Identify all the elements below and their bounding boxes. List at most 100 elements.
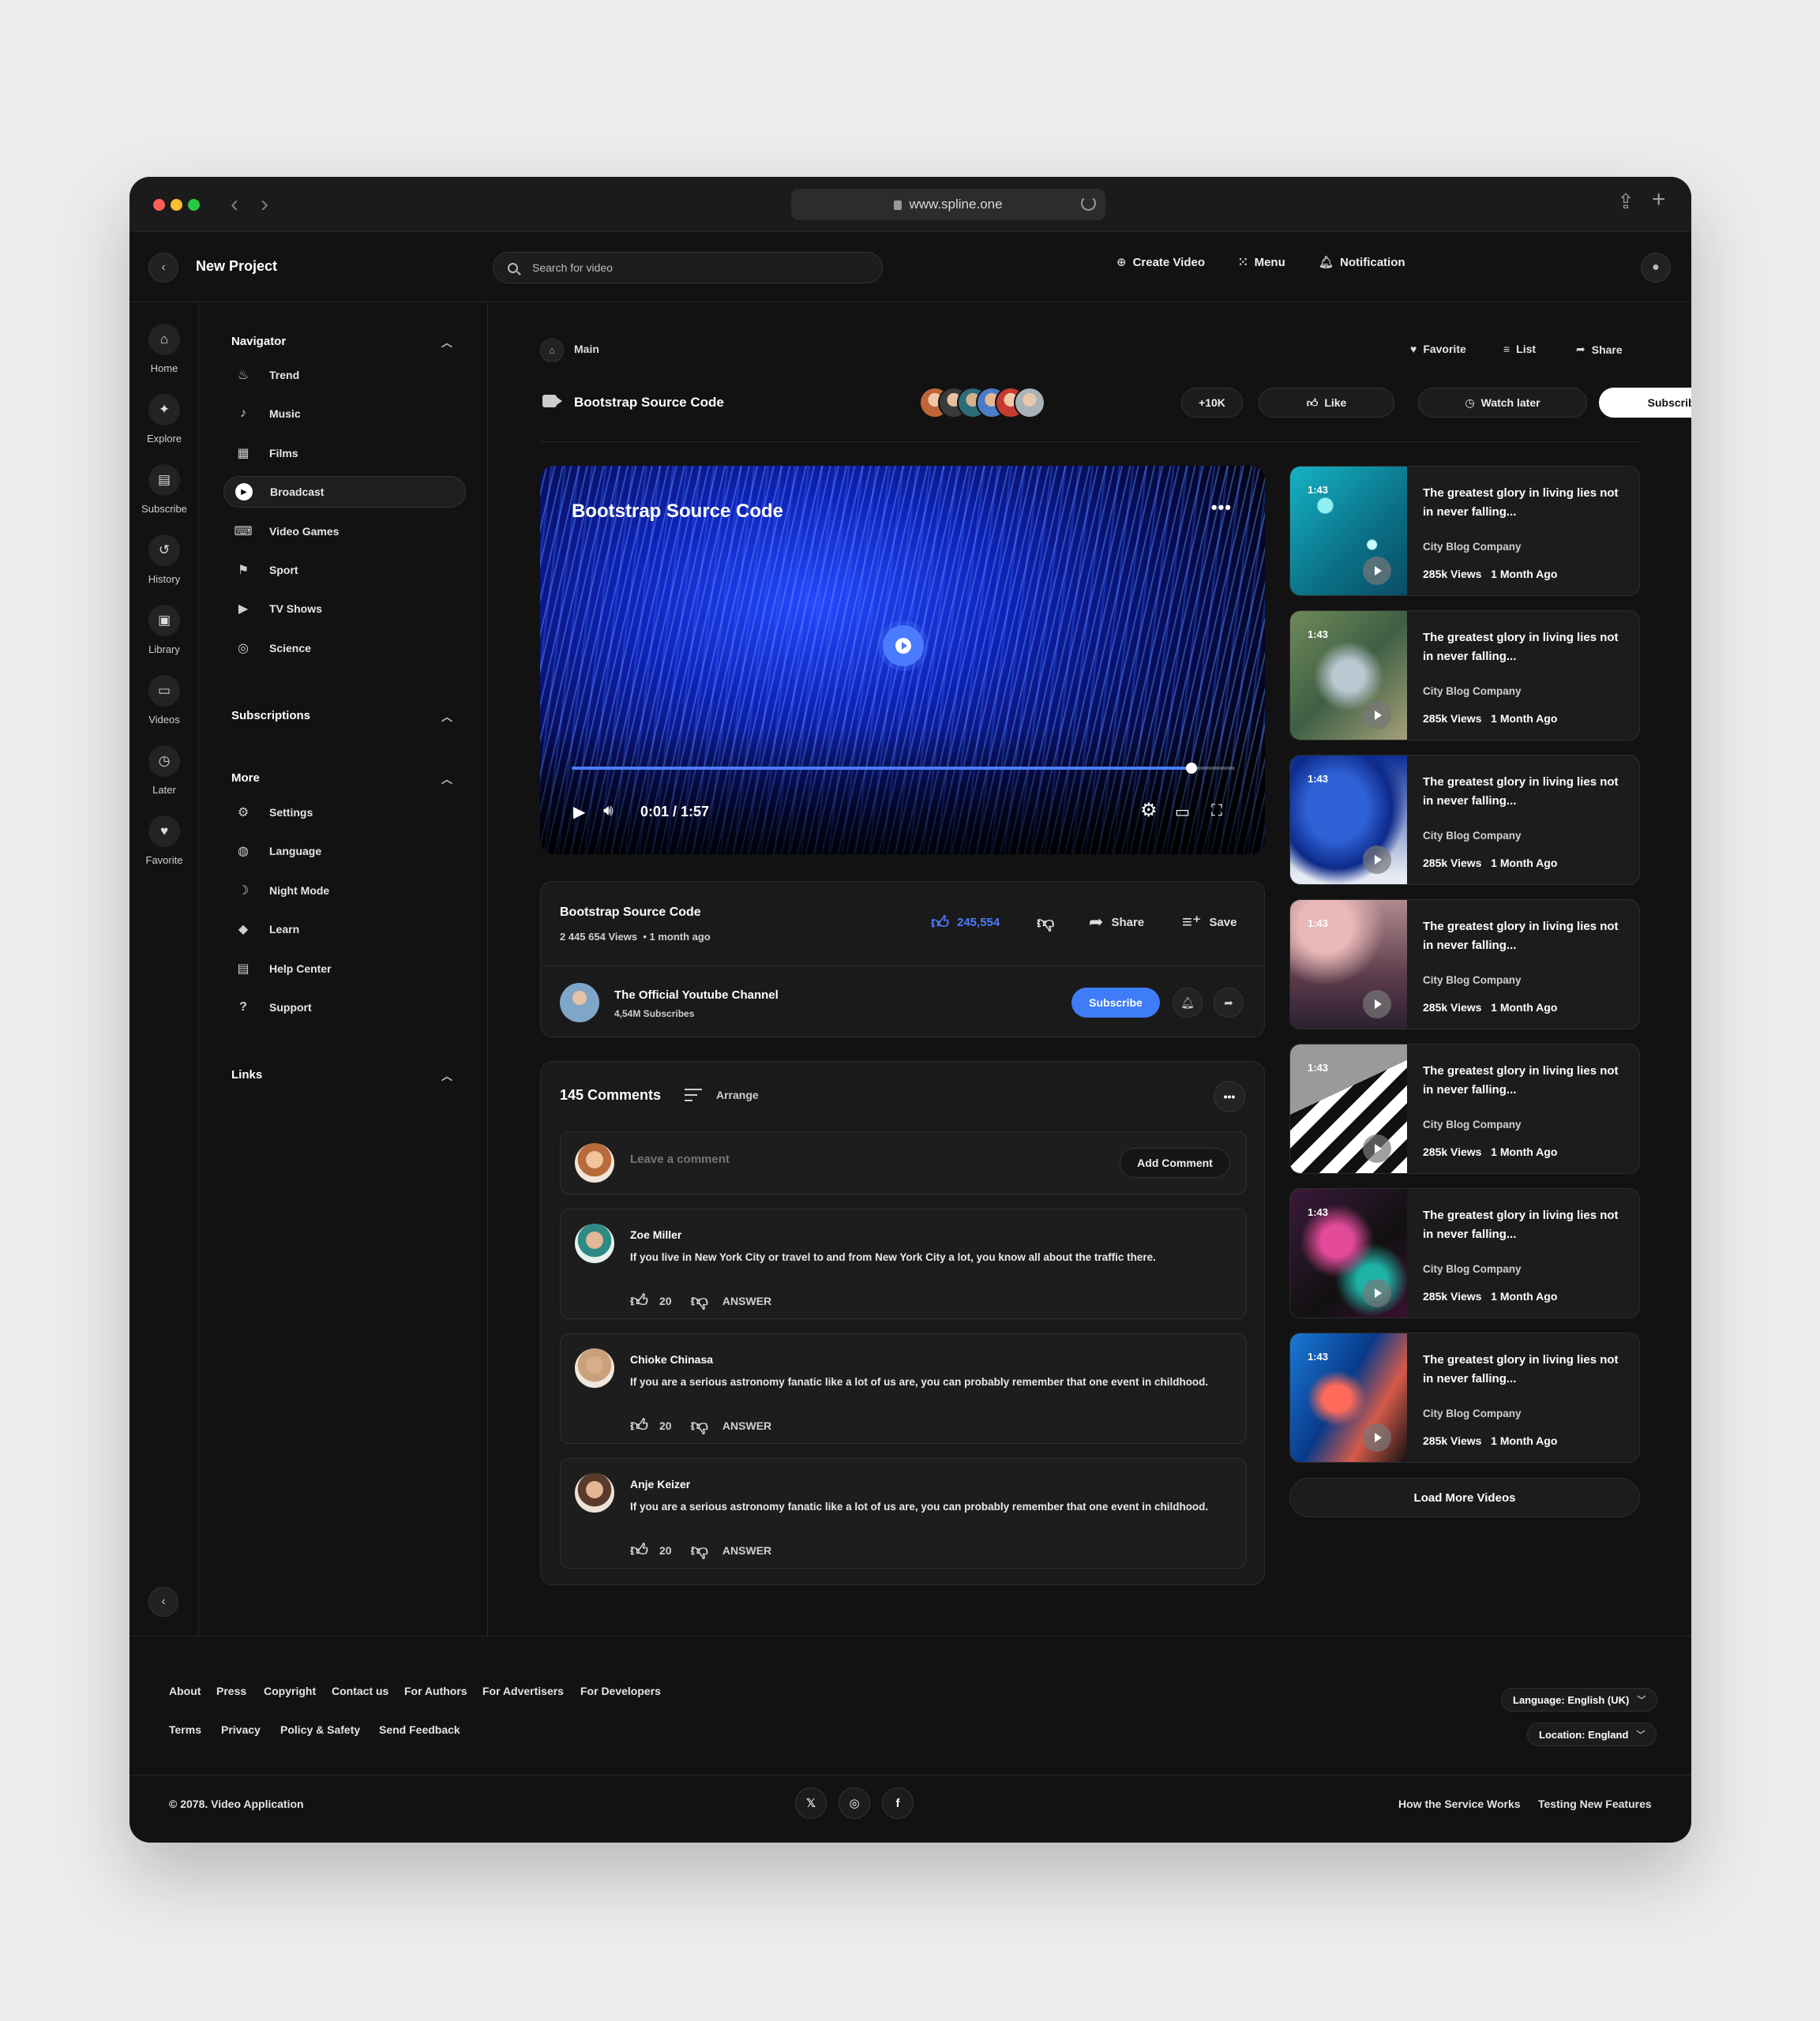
avatar[interactable]	[575, 1473, 614, 1513]
thumbs-down-icon[interactable]: 👎︎	[691, 1539, 708, 1561]
nav-item-night-mode[interactable]: ☽ Night Mode	[223, 875, 466, 906]
nav-item-trend[interactable]: ♨ Trend	[223, 359, 466, 391]
share-icon[interactable]: ⇪	[1617, 189, 1634, 214]
rail-item-videos[interactable]: ▭ Videos	[129, 675, 199, 726]
testing-features-link[interactable]: Testing New Features	[1538, 1798, 1652, 1810]
channel-name[interactable]: The Official Youtube Channel	[614, 988, 779, 1002]
avatar[interactable]	[575, 1348, 614, 1388]
rail-item-library[interactable]: ▣ Library	[129, 605, 199, 655]
nav-item-learn[interactable]: ◆ Learn	[223, 913, 466, 945]
play-icon[interactable]: ▶	[573, 802, 585, 822]
nav-item-films[interactable]: ▦ Films	[223, 437, 466, 469]
footer-link-contact-us[interactable]: Contact us	[332, 1685, 388, 1697]
viewers-count-badge[interactable]: +10K	[1181, 388, 1243, 418]
footer-link-press[interactable]: Press	[216, 1685, 246, 1697]
like-button[interactable]: 👍︎ Like	[1259, 388, 1394, 418]
more-options-icon[interactable]: •••	[1211, 497, 1232, 518]
related-video-card[interactable]: 1:43 The greatest glory in living lies no…	[1289, 466, 1640, 596]
fullscreen-icon[interactable]: ⛶	[1211, 802, 1222, 820]
video-thumbnail[interactable]: 1:43	[1290, 611, 1407, 740]
comment-author[interactable]: Zoe Miller	[630, 1228, 681, 1241]
arrange-button[interactable]: Arrange	[685, 1089, 759, 1101]
thumbs-up-icon[interactable]: 👍︎	[630, 1415, 648, 1436]
footer-link-for-developers[interactable]: For Developers	[580, 1685, 661, 1697]
footer-link-for-authors[interactable]: For Authors	[404, 1685, 467, 1697]
video-player[interactable]: Bootstrap Source Code ••• ▶ 🔊︎ 0:01 / 1:…	[540, 466, 1265, 854]
reload-icon[interactable]	[1081, 196, 1096, 211]
play-icon[interactable]	[1363, 1279, 1391, 1307]
comments-more-button[interactable]: •••	[1214, 1081, 1245, 1112]
nav-item-support[interactable]: ? Support	[223, 992, 466, 1023]
video-share-button[interactable]: ➦ Share	[1089, 912, 1144, 932]
back-button[interactable]: ‹	[148, 253, 178, 283]
related-video-card[interactable]: 1:43 The greatest glory in living lies no…	[1289, 1188, 1640, 1318]
play-icon[interactable]	[1363, 557, 1391, 585]
answer-button[interactable]: ANSWER	[722, 1295, 771, 1307]
search-bar[interactable]	[493, 252, 883, 283]
navigator-section-header[interactable]: Navigator ︿	[231, 335, 452, 349]
video-thumbnail[interactable]: 1:43	[1290, 756, 1407, 884]
comment-author[interactable]: Anje Keizer	[630, 1478, 690, 1490]
footer-link-for-advertisers[interactable]: For Advertisers	[482, 1685, 564, 1697]
search-input[interactable]	[532, 261, 848, 274]
rail-item-home[interactable]: ⌂ Home	[129, 324, 199, 374]
location-select[interactable]: Location: England ﹀	[1527, 1723, 1657, 1746]
address-bar[interactable]: www.spline.one	[791, 189, 1105, 220]
footer-link-terms[interactable]: Terms	[169, 1723, 201, 1736]
channel-bell-button[interactable]: 🔔︎	[1173, 988, 1203, 1018]
close-window-button[interactable]	[153, 199, 165, 211]
language-select[interactable]: Language: English (UK) ﹀	[1501, 1688, 1658, 1712]
load-more-button[interactable]: Load More Videos	[1289, 1478, 1640, 1517]
footer-link-privacy[interactable]: Privacy	[221, 1723, 261, 1736]
channel-avatar[interactable]	[560, 983, 599, 1022]
play-button[interactable]	[883, 625, 924, 666]
related-video-card[interactable]: 1:43 The greatest glory in living lies no…	[1289, 755, 1640, 885]
links-section-header[interactable]: Links ︿	[231, 1068, 452, 1082]
rail-item-later[interactable]: ◷ Later	[129, 745, 199, 796]
list-button[interactable]: ≡ List	[1503, 343, 1536, 355]
related-video-card[interactable]: 1:43 The greatest glory in living lies no…	[1289, 899, 1640, 1029]
video-save-button[interactable]: ≡⁺ Save	[1182, 912, 1237, 932]
avatar[interactable]	[575, 1224, 614, 1263]
thumbs-down-icon[interactable]: 👎︎	[691, 1290, 708, 1311]
more-section-header[interactable]: More ︿	[231, 771, 452, 786]
nav-item-music[interactable]: ♪ Music	[223, 398, 466, 429]
subscriptions-section-header[interactable]: Subscriptions ︿	[231, 709, 452, 723]
facebook-icon[interactable]: f	[882, 1787, 914, 1819]
thumbs-up-icon[interactable]: 👍︎	[630, 1539, 648, 1561]
back-chevron-icon[interactable]: ‹	[231, 191, 238, 218]
play-icon[interactable]	[1363, 1423, 1391, 1452]
video-thumbnail[interactable]: 1:43	[1290, 467, 1407, 595]
nav-item-language[interactable]: ◍ Language	[223, 835, 466, 867]
related-video-card[interactable]: 1:43 The greatest glory in living lies no…	[1289, 610, 1640, 741]
nav-item-help-center[interactable]: ▤ Help Center	[223, 953, 466, 984]
channel-subscribe-button[interactable]: Subscribe	[1071, 988, 1160, 1018]
nav-item-settings[interactable]: ⚙ Settings	[223, 797, 466, 828]
play-icon[interactable]	[1363, 846, 1391, 874]
nav-item-science[interactable]: ◎ Science	[223, 632, 466, 664]
settings-gear-icon[interactable]: ⚙	[1140, 799, 1158, 822]
rail-item-subscribe[interactable]: ▤ Subscribe	[129, 464, 199, 515]
airplay-icon[interactable]: ▭	[1175, 802, 1190, 822]
answer-button[interactable]: ANSWER	[722, 1419, 771, 1432]
nav-item-tv-shows[interactable]: ▶ TV Shows	[223, 593, 466, 624]
rail-item-history[interactable]: ↺ History	[129, 534, 199, 585]
video-thumbnail[interactable]: 1:43	[1290, 1044, 1407, 1173]
related-video-card[interactable]: 1:43 The greatest glory in living lies no…	[1289, 1044, 1640, 1174]
forward-chevron-icon[interactable]: ›	[261, 191, 268, 218]
minimize-window-button[interactable]	[171, 199, 182, 211]
volume-icon[interactable]: 🔊︎	[603, 802, 614, 820]
nav-item-broadcast[interactable]: ▶ Broadcast	[223, 476, 466, 508]
video-like-button[interactable]: 👍︎ 245,554	[931, 912, 1000, 933]
new-tab-icon[interactable]: +	[1652, 186, 1666, 213]
play-icon[interactable]	[1363, 701, 1391, 729]
add-comment-button[interactable]: Add Comment	[1120, 1148, 1230, 1178]
share-button[interactable]: ➦ Share	[1576, 343, 1623, 356]
thumbs-up-icon[interactable]: 👍︎	[630, 1290, 648, 1311]
comment-author[interactable]: Chioke Chinasa	[630, 1353, 713, 1366]
nav-item-video-games[interactable]: ⌨ Video Games	[223, 516, 466, 547]
subscribe-button[interactable]: Subscribe→	[1599, 388, 1691, 418]
maximize-window-button[interactable]	[188, 199, 200, 211]
breadcrumb-home-button[interactable]: ⌂	[540, 339, 564, 362]
video-thumbnail[interactable]: 1:43	[1290, 1333, 1407, 1462]
